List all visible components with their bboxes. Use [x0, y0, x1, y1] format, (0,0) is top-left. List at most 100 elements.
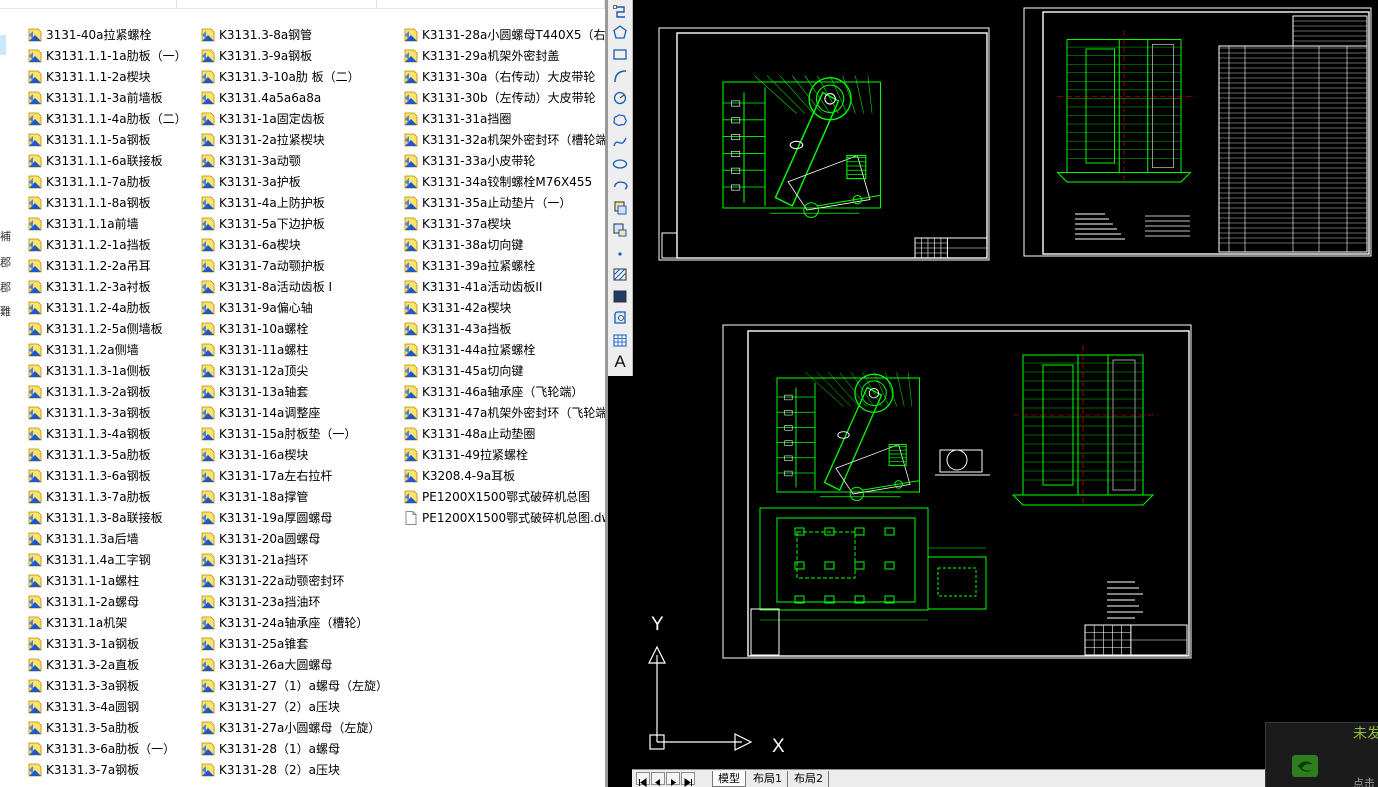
file-list-item[interactable]: K3131.1a机架 — [27, 612, 187, 633]
file-list-item[interactable]: K3131.1.3-4a钢板 — [27, 423, 187, 444]
file-list-item[interactable]: K3131-14a调整座 — [200, 402, 388, 423]
file-list-item[interactable]: K3131-48a止动垫圈 — [403, 423, 605, 444]
file-list-item[interactable]: K3131-8a活动齿板 I — [200, 276, 388, 297]
file-list-item[interactable]: K3131.3-1a钢板 — [27, 633, 187, 654]
file-list-item[interactable]: K3131-49拉紧螺栓 — [403, 444, 605, 465]
file-list-item[interactable]: K3131.3-6a肋板（一） — [27, 738, 187, 759]
file-list-item[interactable]: K3131-26a大圆螺母 — [200, 654, 388, 675]
file-list-item[interactable]: K3131-44a拉紧螺栓 — [403, 339, 605, 360]
file-list-item[interactable]: PE1200X1500鄂式破碎机总图 — [403, 486, 605, 507]
file-list-item[interactable]: K3131-3a护板 — [200, 171, 388, 192]
file-list-item[interactable]: K3131.3-4a圆钢 — [27, 696, 187, 717]
file-list-item[interactable]: K3131.1-1a螺柱 — [27, 570, 187, 591]
file-list-item[interactable]: 3131-40a拉紧螺栓 — [27, 24, 187, 45]
file-list-item[interactable]: K3131.1.3-2a钢板 — [27, 381, 187, 402]
first-tab-button[interactable] — [636, 772, 650, 787]
rectangle-icon[interactable] — [610, 44, 630, 63]
file-list-item[interactable]: K3131-30b（左传动）大皮带轮 — [403, 87, 605, 108]
nav-label[interactable]: 補 — [0, 228, 11, 244]
file-list-item[interactable]: K3131.3-9a钢板 — [200, 45, 388, 66]
file-list-item[interactable]: K3131-9a偏心轴 — [200, 297, 388, 318]
file-list-item[interactable]: PE1200X1500鄂式破碎机总图.dwl — [403, 507, 605, 528]
file-list-item[interactable]: K3131-7a动颚护板 — [200, 255, 388, 276]
last-tab-button[interactable] — [681, 772, 695, 787]
file-list-item[interactable]: K3131.1.2-4a肋板 — [27, 297, 187, 318]
file-list-item[interactable]: K3131-27（2）a压块 — [200, 696, 388, 717]
file-list-item[interactable]: K3131-12a顶尖 — [200, 360, 388, 381]
file-list-item[interactable]: K3208.4-9a耳板 — [403, 465, 605, 486]
ellipse-arc-icon[interactable] — [610, 176, 630, 195]
point-icon[interactable] — [610, 242, 630, 261]
file-list-item[interactable]: K3131.3-7a钢板 — [27, 759, 187, 780]
spline-icon[interactable] — [610, 132, 630, 151]
multiline-text-icon[interactable]: A — [610, 352, 630, 371]
notification-toast[interactable]: 未发 点击 — [1265, 722, 1378, 787]
hatch-icon[interactable] — [610, 264, 630, 283]
file-list-item[interactable]: K3131-22a动颚密封环 — [200, 570, 388, 591]
file-list-item[interactable]: K3131.3-10a肋 板（二） — [200, 66, 388, 87]
nav-label[interactable]: 難 — [0, 303, 11, 319]
circle-icon[interactable] — [610, 88, 630, 107]
file-list-item[interactable]: K3131-20a圆螺母 — [200, 528, 388, 549]
file-list-item[interactable]: K3131.1-2a螺母 — [27, 591, 187, 612]
file-list-item[interactable]: K3131-15a肘板垫（一） — [200, 423, 388, 444]
drawing-canvas[interactable]: YX — [605, 0, 1378, 787]
file-list-item[interactable]: K3131-25a锥套 — [200, 633, 388, 654]
file-list-item[interactable]: K3131-27a小圆螺母（左旋） — [200, 717, 388, 738]
tab-layout1[interactable]: 布局1 — [748, 771, 788, 787]
file-list-item[interactable]: K3131-47a机架外密封环（飞轮端 — [403, 402, 605, 423]
previous-tab-button[interactable] — [651, 772, 665, 786]
file-list-item[interactable]: K3131-38a切向键 — [403, 234, 605, 255]
file-list-item[interactable]: K3131.3-3a钢板 — [27, 675, 187, 696]
file-list-item[interactable]: K3131-30a（右传动）大皮带轮 — [403, 66, 605, 87]
arc-icon[interactable] — [610, 66, 630, 85]
crusher-assembly-view-2[interactable] — [776, 372, 920, 502]
file-list-item[interactable]: K3131.3-5a肋板 — [27, 717, 187, 738]
file-list-item[interactable]: K3131-39a拉紧螺栓 — [403, 255, 605, 276]
crusher-assembly-view-1[interactable] — [722, 75, 882, 218]
file-list-item[interactable]: K3131-11a螺柱 — [200, 339, 388, 360]
file-list-item[interactable]: K3131.1.3-3a钢板 — [27, 402, 187, 423]
ellipse-icon[interactable] — [610, 154, 630, 173]
file-list-item[interactable]: K3131.3-2a直板 — [27, 654, 187, 675]
tab-layout2[interactable]: 布局2 — [789, 771, 829, 787]
next-tab-button[interactable] — [666, 772, 680, 786]
file-list-item[interactable]: K3131-13a轴套 — [200, 381, 388, 402]
file-list-item[interactable]: K3131.1.1-5a钢板 — [27, 129, 187, 150]
gradient-icon[interactable] — [610, 286, 630, 305]
drawing-sheet-3[interactable] — [722, 324, 1192, 659]
file-list-item[interactable]: K3131-5a下边护板 — [200, 213, 388, 234]
file-list-item[interactable]: K3131-28a小圆螺母T440X5（右旋 — [403, 24, 605, 45]
foundation-plan-view[interactable] — [759, 507, 987, 621]
file-list-item[interactable]: K3131-29a机架外密封盖 — [403, 45, 605, 66]
file-list-item[interactable]: K3131.1.3-8a联接板 — [27, 507, 187, 528]
revision-cloud-icon[interactable] — [610, 110, 630, 129]
table-icon[interactable] — [610, 330, 630, 349]
file-list-item[interactable]: K3131-37a楔块 — [403, 213, 605, 234]
file-list-item[interactable]: K3131-4a上防护板 — [200, 192, 388, 213]
file-list-item[interactable]: K3131.1.1-1a肋板（一） — [27, 45, 187, 66]
file-list-item[interactable]: K3131.1.1a前墙 — [27, 213, 187, 234]
file-list-item[interactable]: K3131-43a挡板 — [403, 318, 605, 339]
crusher-side-view-2[interactable] — [1011, 345, 1158, 506]
file-list-item[interactable]: K3131-6a楔块 — [200, 234, 388, 255]
file-list-item[interactable]: K3131.1.3-1a侧板 — [27, 360, 187, 381]
file-list-item[interactable]: K3131.1.2-3a衬板 — [27, 276, 187, 297]
file-list-item[interactable]: K3131-27（1）a螺母（左旋） — [200, 675, 388, 696]
cad-drawing-window[interactable]: YX A 模型 布局1 布局2 未发 点击 — [605, 0, 1378, 787]
polyline-icon[interactable] — [610, 2, 630, 21]
file-list-item[interactable]: K3131.1.3-6a钢板 — [27, 465, 187, 486]
file-list-item[interactable]: K3131.1.1-4a肋板（二） — [27, 108, 187, 129]
polygon-icon[interactable] — [610, 22, 630, 41]
nav-label[interactable]: 郡 — [0, 254, 11, 270]
file-list-item[interactable]: K3131-32a机架外密封环（槽轮端 — [403, 129, 605, 150]
drawing-sheet-1[interactable] — [658, 27, 990, 261]
file-list-item[interactable]: K3131.1.1-8a钢板 — [27, 192, 187, 213]
column-header-type[interactable] — [376, 0, 605, 8]
file-list-item[interactable]: K3131-41a活动齿板II — [403, 276, 605, 297]
file-list-item[interactable]: K3131.1.3a后墙 — [27, 528, 187, 549]
file-list-item[interactable]: K3131.1.1-3a前墙板 — [27, 87, 187, 108]
file-list-item[interactable]: K3131-24a轴承座（槽轮） — [200, 612, 388, 633]
nav-label[interactable]: 郡 — [0, 279, 11, 295]
file-list-item[interactable]: K3131-3a动颚 — [200, 150, 388, 171]
